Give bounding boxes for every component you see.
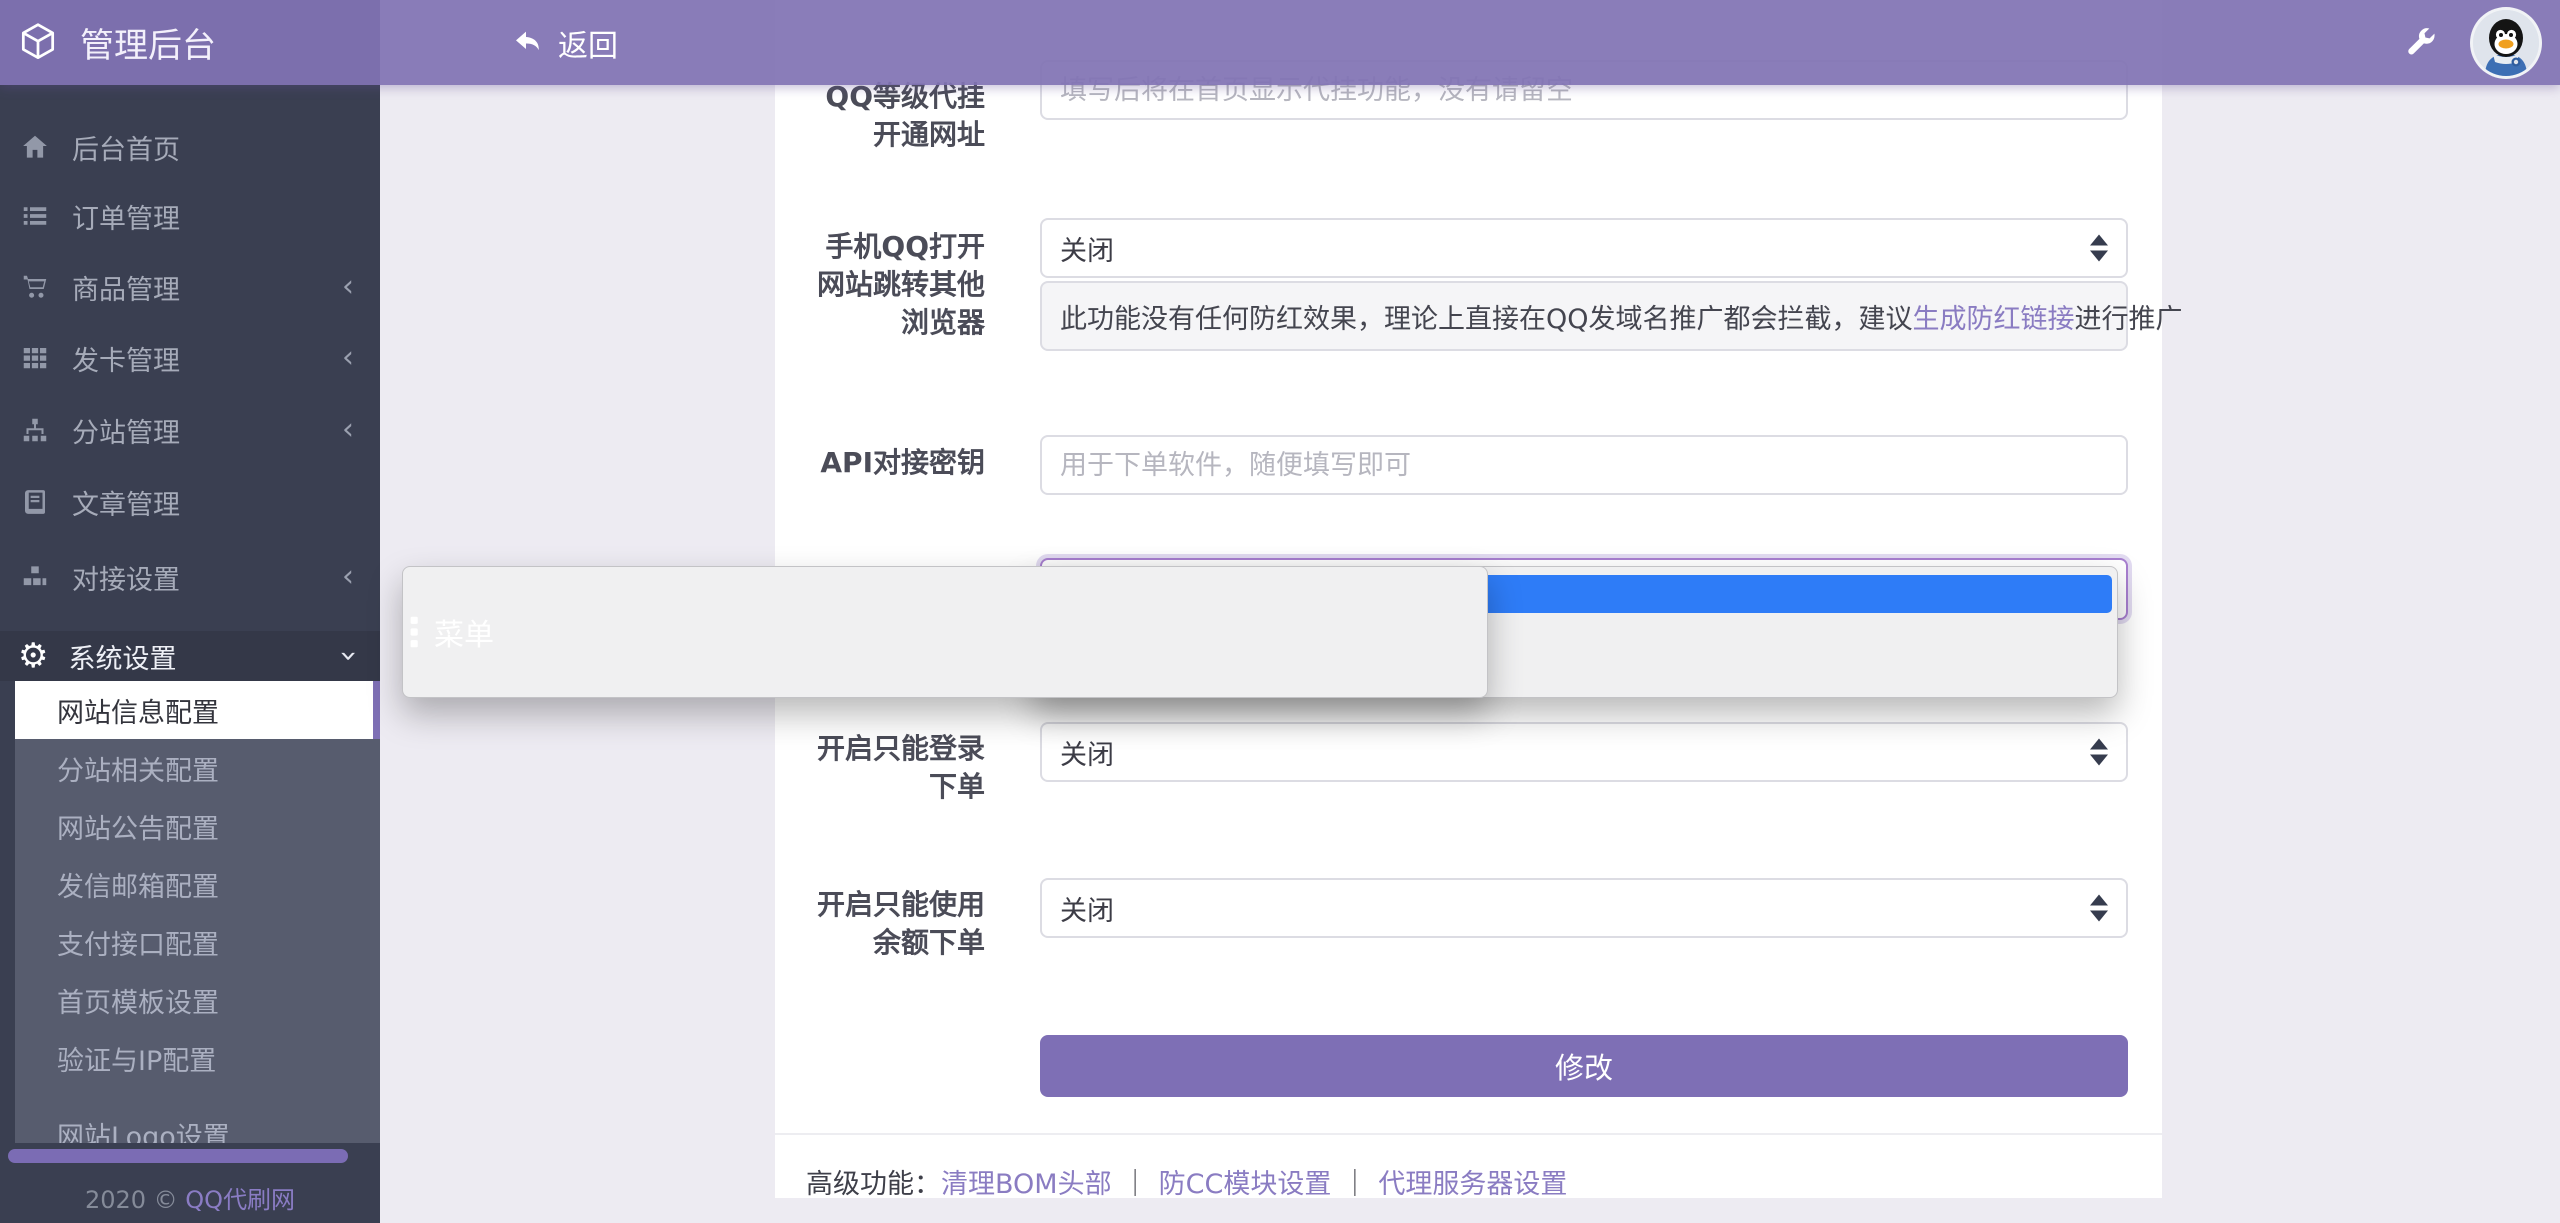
sidebar-scrollbar-thumb[interactable] <box>8 1149 348 1163</box>
submit-button[interactable]: 修改 <box>1040 1035 2128 1097</box>
field-label-api-key: API对接密钥 <box>800 444 985 482</box>
submenu-item-label: 分站相关配置 <box>57 749 219 788</box>
admin-screen: 后台首页 订单管理 商品管理 ‹ 发卡管理 ‹ 分站管理 ‹ 文章管理 对接 <box>0 0 2560 1223</box>
sidebar-item-label: 商品管理 <box>72 268 180 307</box>
cube-logo-icon <box>16 21 60 65</box>
submenu-item-verify-ip[interactable]: 验证与IP配置 <box>15 1029 380 1087</box>
sidebar-item-label: 系统设置 <box>68 637 176 676</box>
sidebar-item-api-settings[interactable]: 对接设置 ‹ <box>0 553 380 601</box>
sidebar-item-cards[interactable]: 发卡管理 ‹ <box>0 334 380 382</box>
gear-icon: ⚙ <box>18 639 48 673</box>
submenu-item-label: 网站Logo设置 <box>57 1115 230 1144</box>
submenu-item-announcement[interactable]: 网站公告配置 <box>15 797 380 855</box>
chevron-down-icon: ‹ <box>333 650 363 662</box>
redirect-help-box: 此功能没有任何防红效果，理论上直接在QQ发域名推广都会拦截，建议生成防红链接进行… <box>1040 281 2128 351</box>
brand-link[interactable]: QQ代刷网 <box>185 1186 295 1214</box>
sitemap-icon <box>20 415 50 445</box>
grid-icon <box>20 343 50 373</box>
submenu-item-label: 首页模板设置 <box>57 981 219 1020</box>
sidebar-item-substations[interactable]: 分站管理 ‹ <box>0 406 380 454</box>
help-text: 进行推广 <box>2075 297 2183 336</box>
balance-only-select[interactable]: 关闭 <box>1040 878 2128 938</box>
sidebar-item-label: 后台首页 <box>72 128 180 167</box>
select-arrows-icon <box>2090 739 2108 766</box>
select-arrows-icon <box>2090 895 2108 922</box>
user-avatar[interactable] <box>2470 7 2542 79</box>
separator: ｜ <box>1341 1169 1368 1200</box>
chevron-left-icon: ‹ <box>342 343 354 373</box>
submenu-item-label: 发信邮箱配置 <box>57 865 219 904</box>
sidebar-item-system-settings[interactable]: ⚙ 系统设置 ‹ <box>0 631 380 681</box>
help-text: 此功能没有任何防红效果，理论上直接在QQ发域名推广都会拦截，建议 <box>1060 297 1913 336</box>
sidebar-item-label: 文章管理 <box>72 483 180 522</box>
select-arrows-icon <box>2090 235 2108 262</box>
sidebar-footer: 2020 © QQ代刷网 <box>0 1180 380 1215</box>
sidebar-item-articles[interactable]: 文章管理 <box>0 478 380 526</box>
select-value: 关闭 <box>1060 733 1114 772</box>
advanced-functions-row: 高级功能：清理BOM头部 ｜ 防CC模块设置 ｜ 代理服务器设置 <box>806 1162 1567 1201</box>
logo[interactable]: 管理后台 <box>16 18 366 67</box>
field-label-balance-only: 开启只能使用余额下单 <box>800 886 985 962</box>
sidebar-item-orders[interactable]: 订单管理 <box>0 192 380 240</box>
qq-penguin-icon <box>2473 10 2539 76</box>
home-icon <box>20 132 50 162</box>
submenu-item-payment[interactable]: 支付接口配置 <box>15 913 380 971</box>
menu-toggle-button[interactable]: 菜单 <box>402 566 1488 698</box>
book-icon <box>20 487 50 517</box>
field-label-qq-hangup-url: QQ等级代挂开通网址 <box>800 78 985 154</box>
sidebar-item-dashboard[interactable]: 后台首页 <box>0 123 380 171</box>
chevron-left-icon: ‹ <box>342 272 354 302</box>
app-title: 管理后台 <box>80 18 216 67</box>
select-value: 关闭 <box>1060 229 1114 268</box>
clean-bom-link[interactable]: 清理BOM头部 <box>941 1169 1112 1200</box>
mobile-qq-redirect-select[interactable]: 关闭 <box>1040 218 2128 278</box>
submenu-item-logo[interactable]: 网站Logo设置 <box>15 1105 380 1143</box>
topbar: 管理后台 菜单 返回 <box>0 0 2560 85</box>
wrench-icon[interactable] <box>2402 24 2438 60</box>
cart-icon <box>20 272 50 302</box>
submenu-item-label: 网站公告配置 <box>57 807 219 846</box>
back-button[interactable]: 返回 <box>512 21 618 65</box>
sidebar-item-label: 对接设置 <box>72 558 180 597</box>
submenu-item-label: 网站信息配置 <box>57 691 219 730</box>
copyright-text: 2020 © <box>85 1186 185 1214</box>
chevron-left-icon: ‹ <box>342 415 354 445</box>
api-key-input[interactable] <box>1040 435 2128 495</box>
proxy-server-link[interactable]: 代理服务器设置 <box>1378 1169 1567 1200</box>
submenu-item-label: 支付接口配置 <box>57 923 219 962</box>
field-label-mobile-qq-redirect: 手机QQ打开网站跳转其他浏览器 <box>800 228 985 342</box>
sidebar-item-products[interactable]: 商品管理 ‹ <box>0 263 380 311</box>
system-settings-submenu: 网站信息配置 分站相关配置 网站公告配置 发信邮箱配置 支付接口配置 首页模板设… <box>15 681 380 1143</box>
anti-red-link[interactable]: 生成防红链接 <box>1913 297 2075 336</box>
active-indicator <box>373 681 380 739</box>
submenu-item-template[interactable]: 首页模板设置 <box>15 971 380 1029</box>
submenu-item-label: 验证与IP配置 <box>57 1039 216 1078</box>
cubes-icon <box>20 562 50 592</box>
menu-button-label: 菜单 <box>434 610 494 654</box>
chevron-left-icon: ‹ <box>342 562 354 592</box>
divider <box>775 1133 2162 1135</box>
separator: ｜ <box>1122 1169 1149 1200</box>
login-only-select[interactable]: 关闭 <box>1040 722 2128 782</box>
submenu-item-site-info[interactable]: 网站信息配置 <box>15 681 380 739</box>
list-icon <box>20 201 50 231</box>
submenu-item-email[interactable]: 发信邮箱配置 <box>15 855 380 913</box>
sidebar-item-label: 发卡管理 <box>72 339 180 378</box>
advanced-prefix: 高级功能： <box>806 1169 941 1200</box>
sidebar: 后台首页 订单管理 商品管理 ‹ 发卡管理 ‹ 分站管理 ‹ 文章管理 对接 <box>0 0 380 1223</box>
sidebar-item-label: 分站管理 <box>72 411 180 450</box>
vertical-dots-icon <box>408 615 420 649</box>
back-arrow-icon <box>512 27 544 59</box>
select-value: 关闭 <box>1060 889 1114 928</box>
anti-cc-link[interactable]: 防CC模块设置 <box>1159 1169 1332 1200</box>
submenu-item-substation[interactable]: 分站相关配置 <box>15 739 380 797</box>
field-label-login-only: 开启只能登录下单 <box>800 730 985 806</box>
sidebar-item-label: 订单管理 <box>72 197 180 236</box>
back-button-label: 返回 <box>558 21 618 65</box>
